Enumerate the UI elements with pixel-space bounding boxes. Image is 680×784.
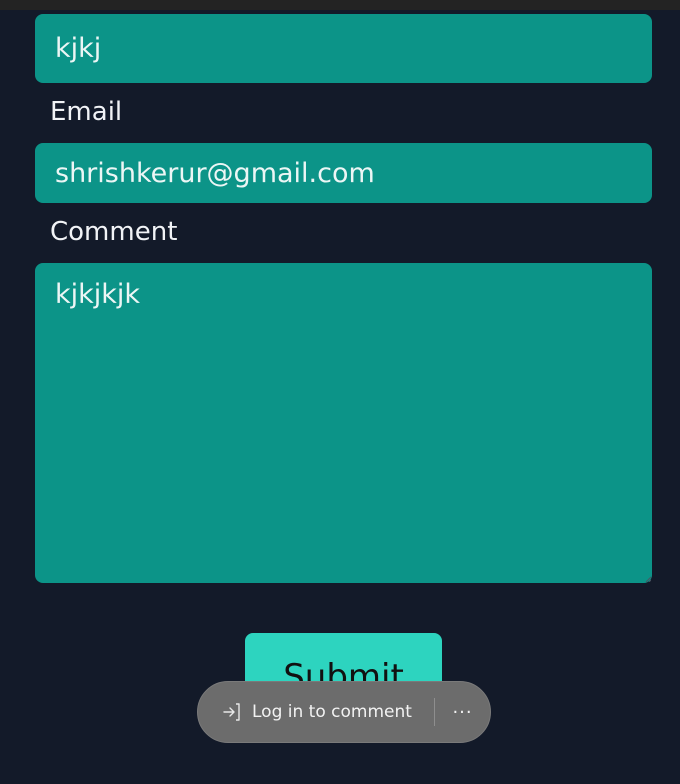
more-icon[interactable]: ··· bbox=[435, 702, 490, 723]
comment-form-page: kjkj Email shrishkerur@gmail.com Comment… bbox=[0, 0, 680, 784]
email-label: Email bbox=[50, 97, 123, 127]
window-top-strip bbox=[0, 0, 680, 10]
log-in-label: Log in to comment bbox=[252, 702, 412, 722]
email-input[interactable]: shrishkerur@gmail.com bbox=[35, 143, 652, 203]
name-input[interactable]: kjkj bbox=[35, 14, 652, 83]
sign-in-icon bbox=[223, 703, 240, 721]
comment-textarea[interactable]: kjkjkjk bbox=[35, 263, 652, 583]
resize-grip-icon[interactable] bbox=[645, 576, 651, 582]
comment-text: kjkjkjk bbox=[55, 279, 141, 310]
comment-label: Comment bbox=[50, 217, 178, 247]
login-toast: Log in to comment ··· bbox=[197, 681, 491, 743]
log-in-to-comment-button[interactable]: Log in to comment bbox=[198, 682, 412, 742]
